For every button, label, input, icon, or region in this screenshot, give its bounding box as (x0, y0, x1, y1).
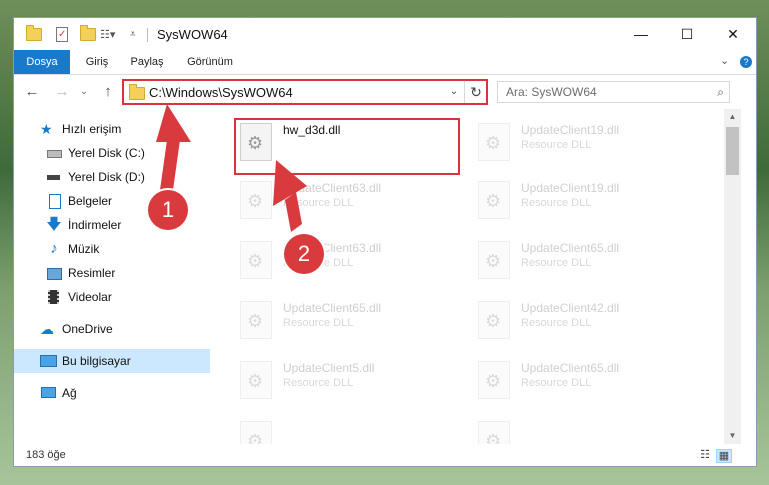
step-2-badge: 2 (284, 234, 324, 274)
arrow-2-shaft (285, 192, 302, 232)
step-1-badge: 1 (148, 190, 188, 230)
annotation-arrows (156, 104, 307, 232)
arrow-1-shaft (160, 140, 180, 190)
arrow-1-head (156, 104, 191, 142)
